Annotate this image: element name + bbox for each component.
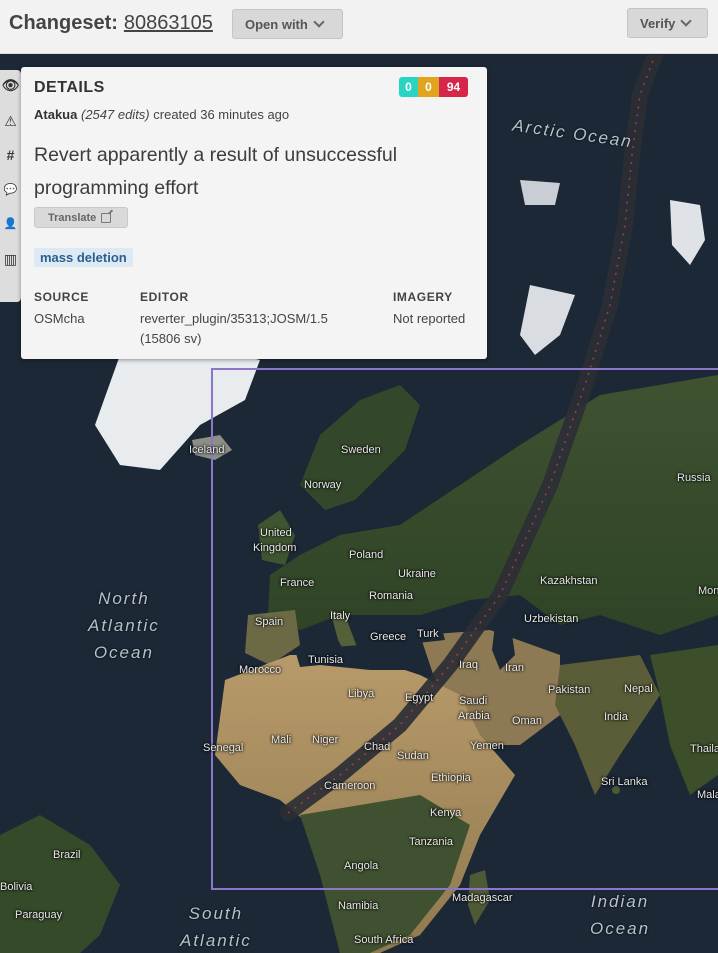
map-label: Greece: [370, 631, 407, 643]
map-label: Bolivia: [0, 881, 33, 893]
change-count-badges: 0 0 94: [399, 77, 468, 97]
map-label: Senegal: [203, 742, 244, 754]
map-label: Madagascar: [452, 892, 513, 904]
editor-label: EDITOR: [140, 290, 189, 304]
translate-label: Translate: [48, 211, 97, 224]
map-label: Kingdom: [253, 542, 297, 554]
warning-icon[interactable]: ⚠: [0, 108, 21, 134]
map-label: Italy: [330, 610, 351, 622]
map-icon[interactable]: ▥: [0, 246, 21, 272]
comment-icon[interactable]: 💬: [0, 177, 21, 203]
editor-sub: (15806 sv): [140, 331, 202, 346]
map-label: Tunisia: [308, 654, 344, 666]
user-icon[interactable]: 👤: [0, 211, 21, 237]
map-label: Uzbekistan: [524, 613, 579, 625]
map-label: Yemen: [470, 740, 504, 752]
open-with-button[interactable]: Open with: [232, 9, 343, 39]
map-label: Angola: [344, 860, 379, 872]
map-label: Namibia: [338, 900, 379, 912]
map-label: Mala: [697, 789, 718, 801]
editor-value: reverter_plugin/35313;JOSM/1.5 (15806 sv…: [140, 309, 328, 349]
map-label: Morocco: [239, 664, 282, 676]
map-label: Poland: [349, 549, 384, 561]
map-label: Niger: [312, 734, 339, 746]
changeset-label: Changeset:: [9, 12, 118, 34]
map-label: United: [260, 527, 292, 539]
map-label: Paraguay: [15, 909, 63, 921]
source-label: SOURCE: [34, 290, 89, 304]
translate-button[interactable]: Translate: [34, 207, 128, 228]
map-label: Kazakhstan: [540, 575, 598, 587]
chevron-down-icon: [313, 16, 325, 28]
deleted-count-badge: 94: [439, 77, 468, 97]
ocean-label: Indian Ocean: [590, 892, 651, 938]
map-label: Iceland: [189, 444, 225, 456]
tag-mass-deletion: mass deletion: [34, 248, 133, 267]
modified-count-badge: 0: [418, 77, 439, 97]
map-label: Pakistan: [548, 684, 591, 696]
map-label: Saudi: [459, 695, 488, 707]
verify-button[interactable]: Verify: [627, 8, 708, 38]
map-label: Iraq: [459, 659, 478, 671]
map-label: India: [604, 711, 628, 723]
map-label: Arabia: [458, 710, 490, 722]
user-edit-count: (2547 edits): [80, 107, 150, 122]
map-label: Mali: [271, 734, 292, 746]
details-title: DETAILS: [34, 79, 105, 96]
map-label: Sri Lanka: [601, 776, 648, 788]
map-label: Chad: [364, 741, 391, 753]
eye-icon[interactable]: 👁: [0, 72, 21, 98]
map-label: Tanzania: [409, 836, 454, 848]
map-label: South Africa: [354, 934, 414, 946]
map-label: Mon: [698, 585, 718, 597]
ocean-label: North Atlantic Ocean: [88, 589, 160, 662]
details-panel: DETAILS 0 0 94 Atakua (2547 edits) creat…: [21, 67, 487, 359]
map-label: Turk: [417, 628, 439, 640]
chevron-down-icon: [680, 15, 693, 27]
added-count-badge: 0: [399, 77, 418, 97]
map-label: Egypt: [405, 692, 434, 704]
created-time: created 36 minutes ago: [153, 107, 290, 122]
side-toolbar: 👁 ⚠ # 💬 👤 ▥: [0, 70, 21, 302]
external-link-icon: [101, 212, 112, 223]
verify-label: Verify: [640, 15, 676, 31]
map-label: Nepal: [624, 683, 653, 695]
map-label: Libya: [348, 688, 375, 700]
source-value: OSMcha: [34, 311, 85, 326]
map-label: Spain: [255, 616, 284, 628]
map-label: Romania: [369, 590, 414, 602]
map-label: France: [280, 577, 315, 589]
map-label: Ukraine: [398, 568, 436, 580]
imagery-label: IMAGERY: [393, 290, 453, 304]
map-label: Brazil: [53, 849, 81, 861]
imagery-value: Not reported: [393, 311, 466, 326]
header: Changeset: 80863105 Open with Verify: [0, 0, 718, 54]
map-label: Russia: [677, 472, 711, 484]
ocean-label: South Atlantic: [180, 904, 252, 950]
map-label: Thaila: [690, 743, 718, 755]
map-label: Iran: [505, 662, 524, 674]
changeset-comment: Revert apparently a result of unsuccessf…: [34, 144, 398, 199]
changeset-bbox: [211, 368, 718, 890]
map-label: Cameroon: [324, 780, 376, 792]
open-with-label: Open with: [245, 16, 308, 32]
map-label: Ethiopia: [431, 772, 471, 784]
changeset-id-link[interactable]: 80863105: [124, 12, 213, 34]
editor-name: reverter_plugin/35313;JOSM/1.5: [140, 311, 328, 326]
map-label: Sweden: [341, 444, 381, 456]
changeset-title: Changeset: 80863105: [9, 12, 213, 35]
hash-icon[interactable]: #: [0, 142, 21, 168]
user-link[interactable]: Atakua: [34, 107, 77, 122]
map-label: Kenya: [430, 807, 462, 819]
map-label: Oman: [512, 715, 542, 727]
map-label: Sudan: [397, 750, 429, 762]
changeset-meta: Atakua (2547 edits) created 36 minutes a…: [34, 107, 289, 122]
map-label: Norway: [304, 479, 342, 491]
